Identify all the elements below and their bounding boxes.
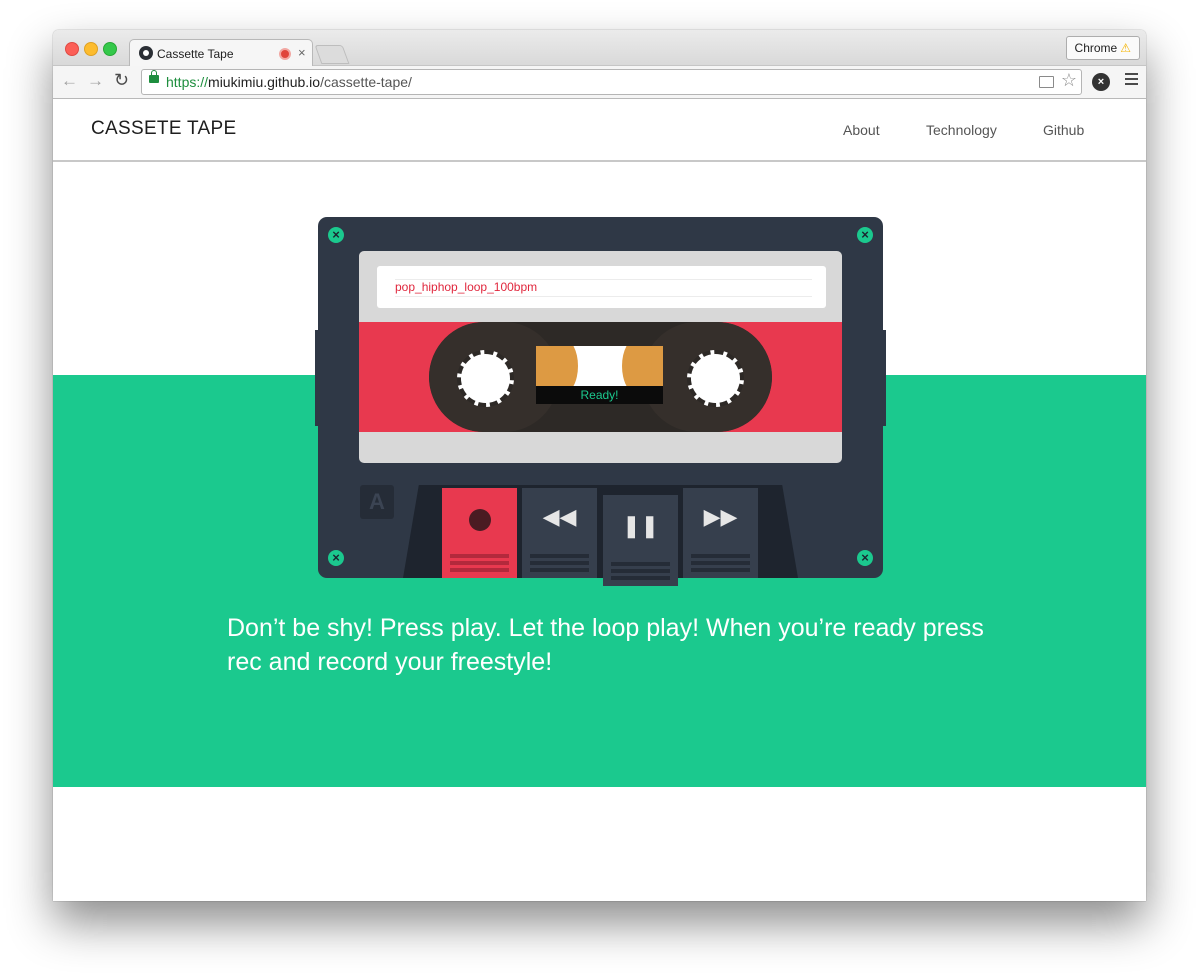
- browser-tab[interactable]: Cassette Tape ×: [129, 39, 313, 67]
- screw-icon: ×: [857, 550, 873, 566]
- camera-icon[interactable]: [1039, 76, 1054, 88]
- nav-link-github[interactable]: Github: [1043, 122, 1084, 138]
- browser-window: Cassette Tape × Chrome ⚠ ← → ↻ https://mi…: [53, 30, 1146, 901]
- hero-text: Don’t be shy! Press play. Let the loop p…: [227, 614, 984, 676]
- record-icon: [469, 509, 491, 531]
- close-window-button[interactable]: [65, 42, 79, 56]
- minimize-window-button[interactable]: [84, 42, 98, 56]
- nav-link-technology[interactable]: Technology: [926, 122, 997, 138]
- right-spool-icon: [687, 350, 744, 407]
- screw-icon: ×: [328, 227, 344, 243]
- url-text: https://miukimiu.github.io/cassette-tape…: [166, 74, 412, 90]
- button-grille: [691, 551, 750, 572]
- forward-arrow-icon[interactable]: →: [87, 71, 104, 91]
- rewind-button[interactable]: ◀◀: [522, 488, 597, 578]
- fast-forward-icon: ▶▶: [703, 504, 738, 529]
- record-button[interactable]: [442, 488, 517, 578]
- back-arrow-icon[interactable]: ←: [61, 71, 78, 91]
- fast-forward-button[interactable]: ▶▶: [683, 488, 758, 578]
- new-tab-button[interactable]: [314, 45, 350, 64]
- status-display: Ready!: [536, 386, 663, 404]
- label-rule: [395, 296, 812, 297]
- site-header: CASSETE TAPE About Technology Github: [53, 99, 1146, 162]
- lock-icon: [149, 70, 159, 83]
- recording-indicator-icon: [279, 48, 291, 60]
- reload-icon[interactable]: ↻: [114, 70, 129, 91]
- profile-button[interactable]: Chrome ⚠: [1065, 36, 1140, 60]
- reel-window: Ready!: [429, 322, 772, 432]
- nav-link-about[interactable]: About: [843, 122, 880, 138]
- pause-icon: ❚❚: [622, 513, 659, 538]
- cassette-player: × × × × pop_hiphop_loop_100bpm Ready! A …: [318, 217, 883, 586]
- menu-icon[interactable]: [1125, 73, 1138, 88]
- rewind-icon: ◀◀: [542, 504, 577, 529]
- title-bar: Cassette Tape × Chrome ⚠: [53, 30, 1146, 67]
- pause-button[interactable]: ❚❚: [603, 495, 678, 586]
- cassette-red-band: Ready!: [359, 322, 842, 432]
- cassette-label-panel: pop_hiphop_loop_100bpm Ready!: [359, 251, 842, 463]
- site-brand[interactable]: CASSETE TAPE: [91, 118, 236, 140]
- tape-window-center: [548, 346, 652, 394]
- tab-title: Cassette Tape: [157, 47, 234, 61]
- screw-icon: ×: [328, 550, 344, 566]
- side-indicator: A: [360, 485, 394, 519]
- tape-window: Ready!: [536, 346, 663, 404]
- bookmark-star-icon[interactable]: ☆: [1061, 70, 1077, 91]
- browser-toolbar: ← → ↻ https://miukimiu.github.io/cassett…: [53, 66, 1146, 99]
- left-spool-icon: [457, 350, 514, 407]
- track-name: pop_hiphop_loop_100bpm: [395, 280, 538, 294]
- favicon-icon: [139, 46, 153, 60]
- url-scheme: https://: [166, 74, 209, 90]
- track-label: pop_hiphop_loop_100bpm: [377, 266, 826, 308]
- zoom-window-button[interactable]: [103, 42, 117, 56]
- button-grille: [611, 559, 670, 580]
- extension-icon[interactable]: ×: [1092, 73, 1110, 91]
- url-host: miukimiu.github.io: [208, 74, 321, 90]
- tab-close-icon[interactable]: ×: [298, 45, 306, 60]
- screw-icon: ×: [857, 227, 873, 243]
- address-bar[interactable]: https://miukimiu.github.io/cassette-tape…: [141, 69, 1082, 95]
- url-path: /cassette-tape/: [320, 74, 412, 90]
- page-content: CASSETE TAPE About Technology Github × ×…: [53, 99, 1146, 901]
- button-grille: [530, 551, 589, 572]
- profile-button-label: Chrome: [1074, 41, 1118, 55]
- warning-icon: ⚠: [1120, 41, 1131, 55]
- button-grille: [450, 551, 509, 572]
